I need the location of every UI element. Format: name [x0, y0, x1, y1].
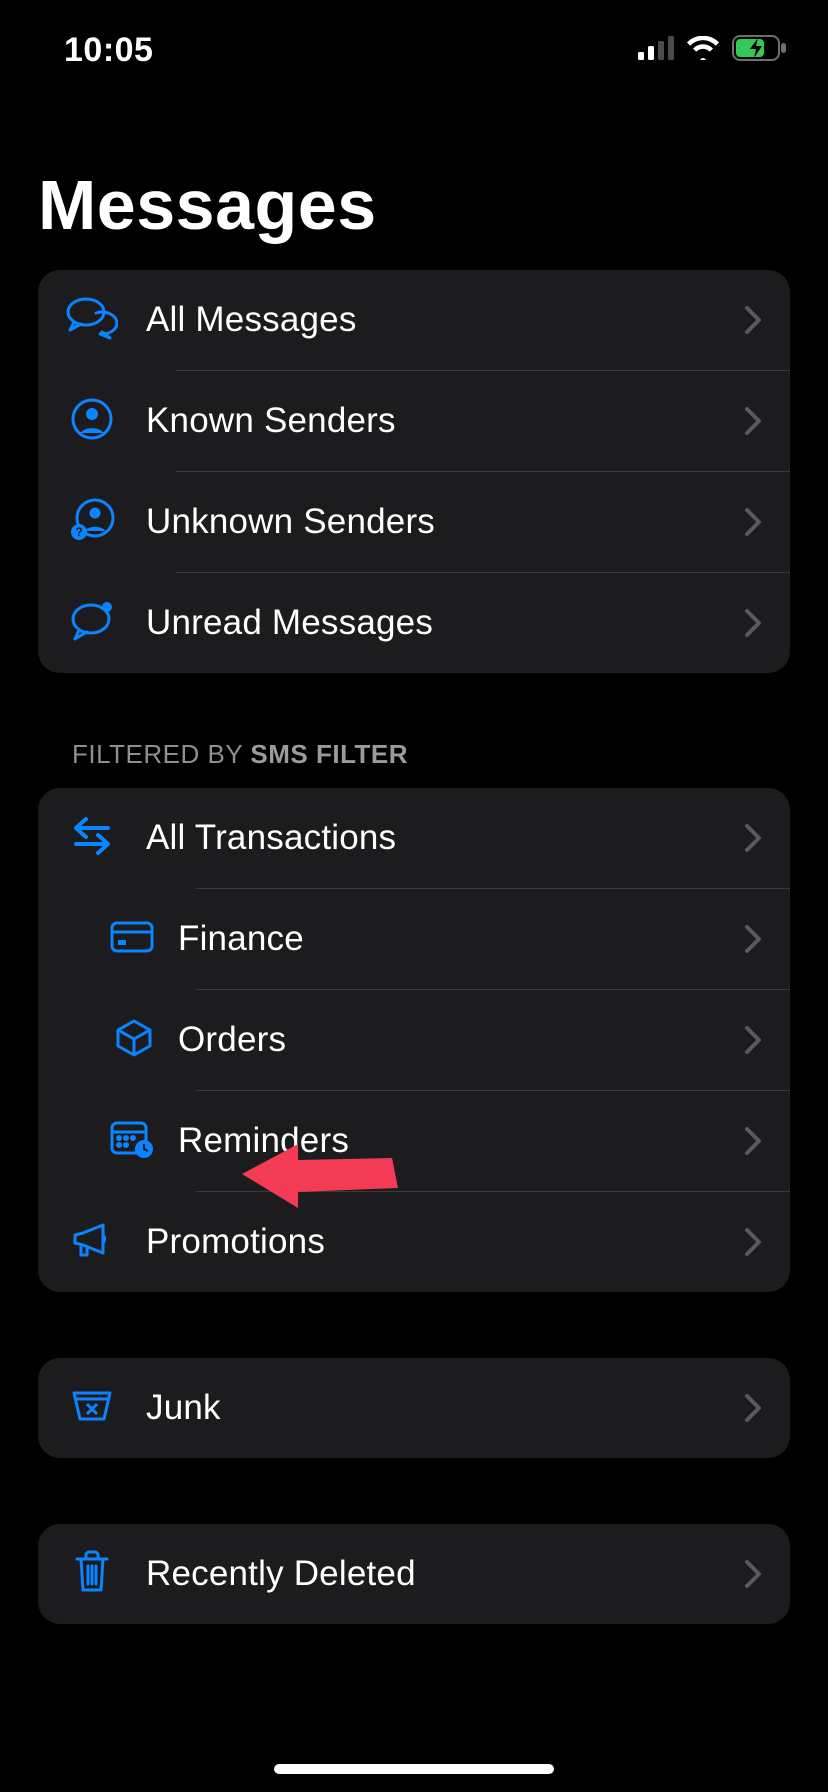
- row-unknown-senders[interactable]: ? Unknown Senders: [38, 472, 790, 572]
- row-orders[interactable]: Orders: [38, 990, 790, 1090]
- wifi-icon: [686, 36, 720, 65]
- chevron-right-icon: [744, 305, 762, 335]
- row-label: Promotions: [146, 1222, 744, 1262]
- chevron-right-icon: [744, 1559, 762, 1589]
- page-title: Messages: [38, 165, 377, 245]
- chevron-right-icon: [744, 1126, 762, 1156]
- row-label: All Messages: [146, 300, 744, 340]
- row-label: Known Senders: [146, 401, 744, 441]
- trash-icon: [73, 1550, 111, 1599]
- chevron-right-icon: [744, 1025, 762, 1055]
- row-recently-deleted[interactable]: Recently Deleted: [38, 1524, 790, 1624]
- chevron-right-icon: [744, 507, 762, 537]
- row-label: Finance: [178, 919, 744, 959]
- row-known-senders[interactable]: Known Senders: [38, 371, 790, 471]
- row-label: Junk: [146, 1388, 744, 1428]
- battery-charging-icon: [732, 35, 788, 66]
- chevron-right-icon: [744, 406, 762, 436]
- person-circle-icon: [70, 397, 114, 446]
- chevron-right-icon: [744, 823, 762, 853]
- junk-bin-icon: [70, 1387, 114, 1430]
- credit-card-icon: [110, 921, 154, 958]
- chevron-right-icon: [744, 1393, 762, 1423]
- status-time: 10:05: [64, 31, 153, 70]
- svg-text:?: ?: [75, 525, 82, 539]
- megaphone-icon: [69, 1219, 115, 1266]
- row-all-messages[interactable]: All Messages: [38, 270, 790, 370]
- row-unread-messages[interactable]: Unread Messages: [38, 573, 790, 673]
- chevron-right-icon: [744, 608, 762, 638]
- box-icon: [114, 1018, 154, 1063]
- group-sms-filter: All Transactions Finance: [38, 788, 790, 1292]
- row-label: Recently Deleted: [146, 1554, 744, 1594]
- group-recently-deleted: Recently Deleted: [38, 1524, 790, 1624]
- row-promotions[interactable]: Promotions: [38, 1192, 790, 1292]
- chevron-right-icon: [744, 1227, 762, 1257]
- row-label: Unknown Senders: [146, 502, 744, 542]
- arrows-swap-icon: [70, 816, 114, 861]
- person-question-icon: ?: [69, 498, 115, 547]
- group-main-filters: All Messages Known Senders: [38, 270, 790, 673]
- group-junk: Junk: [38, 1358, 790, 1458]
- chat-bubbles-icon: [66, 296, 118, 345]
- status-indicators: [638, 35, 788, 66]
- filtered-section-header: FILTERED BY SMS FILTER: [38, 739, 790, 788]
- home-indicator[interactable]: [274, 1764, 554, 1774]
- row-label: Unread Messages: [146, 603, 744, 643]
- status-bar: 10:05: [0, 0, 828, 100]
- cellular-icon: [638, 36, 674, 65]
- row-reminders[interactable]: Reminders: [38, 1091, 790, 1191]
- calendar-clock-icon: [110, 1119, 154, 1164]
- row-label: Orders: [178, 1020, 744, 1060]
- row-finance[interactable]: Finance: [38, 889, 790, 989]
- row-all-transactions[interactable]: All Transactions: [38, 788, 790, 888]
- row-label: Reminders: [178, 1121, 744, 1161]
- row-label: All Transactions: [146, 818, 744, 858]
- chat-badge-icon: [69, 599, 115, 648]
- row-junk[interactable]: Junk: [38, 1358, 790, 1458]
- chevron-right-icon: [744, 924, 762, 954]
